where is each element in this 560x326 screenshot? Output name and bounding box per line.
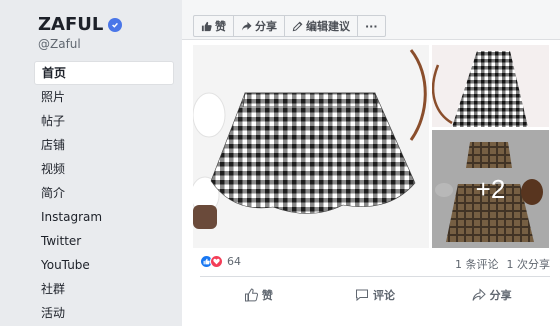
post-card: 赞 分享 编辑建议 ··· +2 64 1 条评论 1 次分享 赞 评论 分享 — [182, 0, 560, 326]
sidebar-item-about[interactable]: 简介 — [34, 181, 174, 205]
post-comment-label: 评论 — [373, 289, 395, 302]
reactions-summary[interactable]: 64 — [200, 255, 241, 268]
sidebar-item-events[interactable]: 活动 — [34, 301, 174, 325]
like-page-button[interactable]: 赞 — [193, 15, 234, 37]
sidebar-item-home[interactable]: 首页 — [34, 61, 174, 85]
left-sidebar: ZAFUL @Zaful 首页 照片 帖子 店铺 视频 简介 Instagram… — [0, 0, 182, 326]
sidebar-item-photos[interactable]: 照片 — [34, 85, 174, 109]
page-name-text[interactable]: ZAFUL — [38, 14, 103, 35]
thumbs-up-icon — [201, 21, 212, 31]
sidebar-item-youtube[interactable]: YouTube — [34, 253, 174, 277]
page-handle[interactable]: @Zaful — [38, 37, 81, 51]
thumbs-up-icon — [244, 288, 258, 302]
more-options-button[interactable]: ··· — [357, 15, 386, 37]
post-stats: 64 1 条评论 1 次分享 — [200, 252, 550, 272]
post-photo-grid: +2 — [193, 45, 549, 248]
stats-divider — [200, 276, 550, 277]
page-actions: 赞 分享 编辑建议 ··· — [193, 15, 386, 37]
pencil-icon — [292, 21, 303, 31]
share-arrow-icon — [472, 288, 486, 301]
post-like-button[interactable]: 赞 — [200, 283, 317, 307]
suggest-edit-label: 编辑建议 — [306, 20, 350, 33]
page-title[interactable]: ZAFUL — [38, 14, 123, 35]
sidebar-nav: 首页 照片 帖子 店铺 视频 简介 Instagram Twitter YouT… — [34, 61, 174, 325]
share-page-button[interactable]: 分享 — [233, 15, 285, 37]
post-share-label: 分享 — [489, 289, 512, 302]
sidebar-item-videos[interactable]: 视频 — [34, 157, 174, 181]
comment-bubble-icon — [356, 289, 368, 302]
more-options-label: ··· — [365, 19, 378, 33]
suggest-edit-button[interactable]: 编辑建议 — [284, 15, 358, 37]
share-page-label: 分享 — [255, 20, 277, 33]
sidebar-item-twitter[interactable]: Twitter — [34, 229, 174, 253]
reaction-count: 64 — [227, 255, 241, 268]
sidebar-item-instagram[interactable]: Instagram — [34, 205, 174, 229]
share-count-link[interactable]: 1 次分享 — [507, 256, 551, 272]
sidebar-item-shop[interactable]: 店铺 — [34, 133, 174, 157]
like-page-label: 赞 — [215, 20, 226, 33]
photo-main-plaid-skirt[interactable] — [193, 45, 429, 248]
share-arrow-icon — [241, 21, 252, 31]
sidebar-item-community[interactable]: 社群 — [34, 277, 174, 301]
page-action-bar: 赞 分享 编辑建议 ··· — [182, 0, 560, 40]
plaid-dress-image — [432, 45, 549, 127]
verified-badge-icon — [108, 17, 123, 32]
plaid-skirt-image — [193, 45, 429, 248]
photo-more-items[interactable]: +2 — [432, 130, 549, 248]
photo-plaid-dress[interactable] — [432, 45, 549, 127]
post-meta: 1 条评论 1 次分享 — [447, 256, 550, 272]
more-photos-overlay[interactable]: +2 — [432, 130, 549, 248]
post-share-button[interactable]: 分享 — [433, 283, 550, 307]
post-action-bar: 赞 评论 分享 — [200, 283, 550, 307]
sidebar-item-posts[interactable]: 帖子 — [34, 109, 174, 133]
comment-count-link[interactable]: 1 条评论 — [455, 256, 499, 272]
post-comment-button[interactable]: 评论 — [317, 283, 434, 307]
love-reaction-icon — [210, 255, 223, 268]
post-like-label: 赞 — [261, 289, 273, 302]
